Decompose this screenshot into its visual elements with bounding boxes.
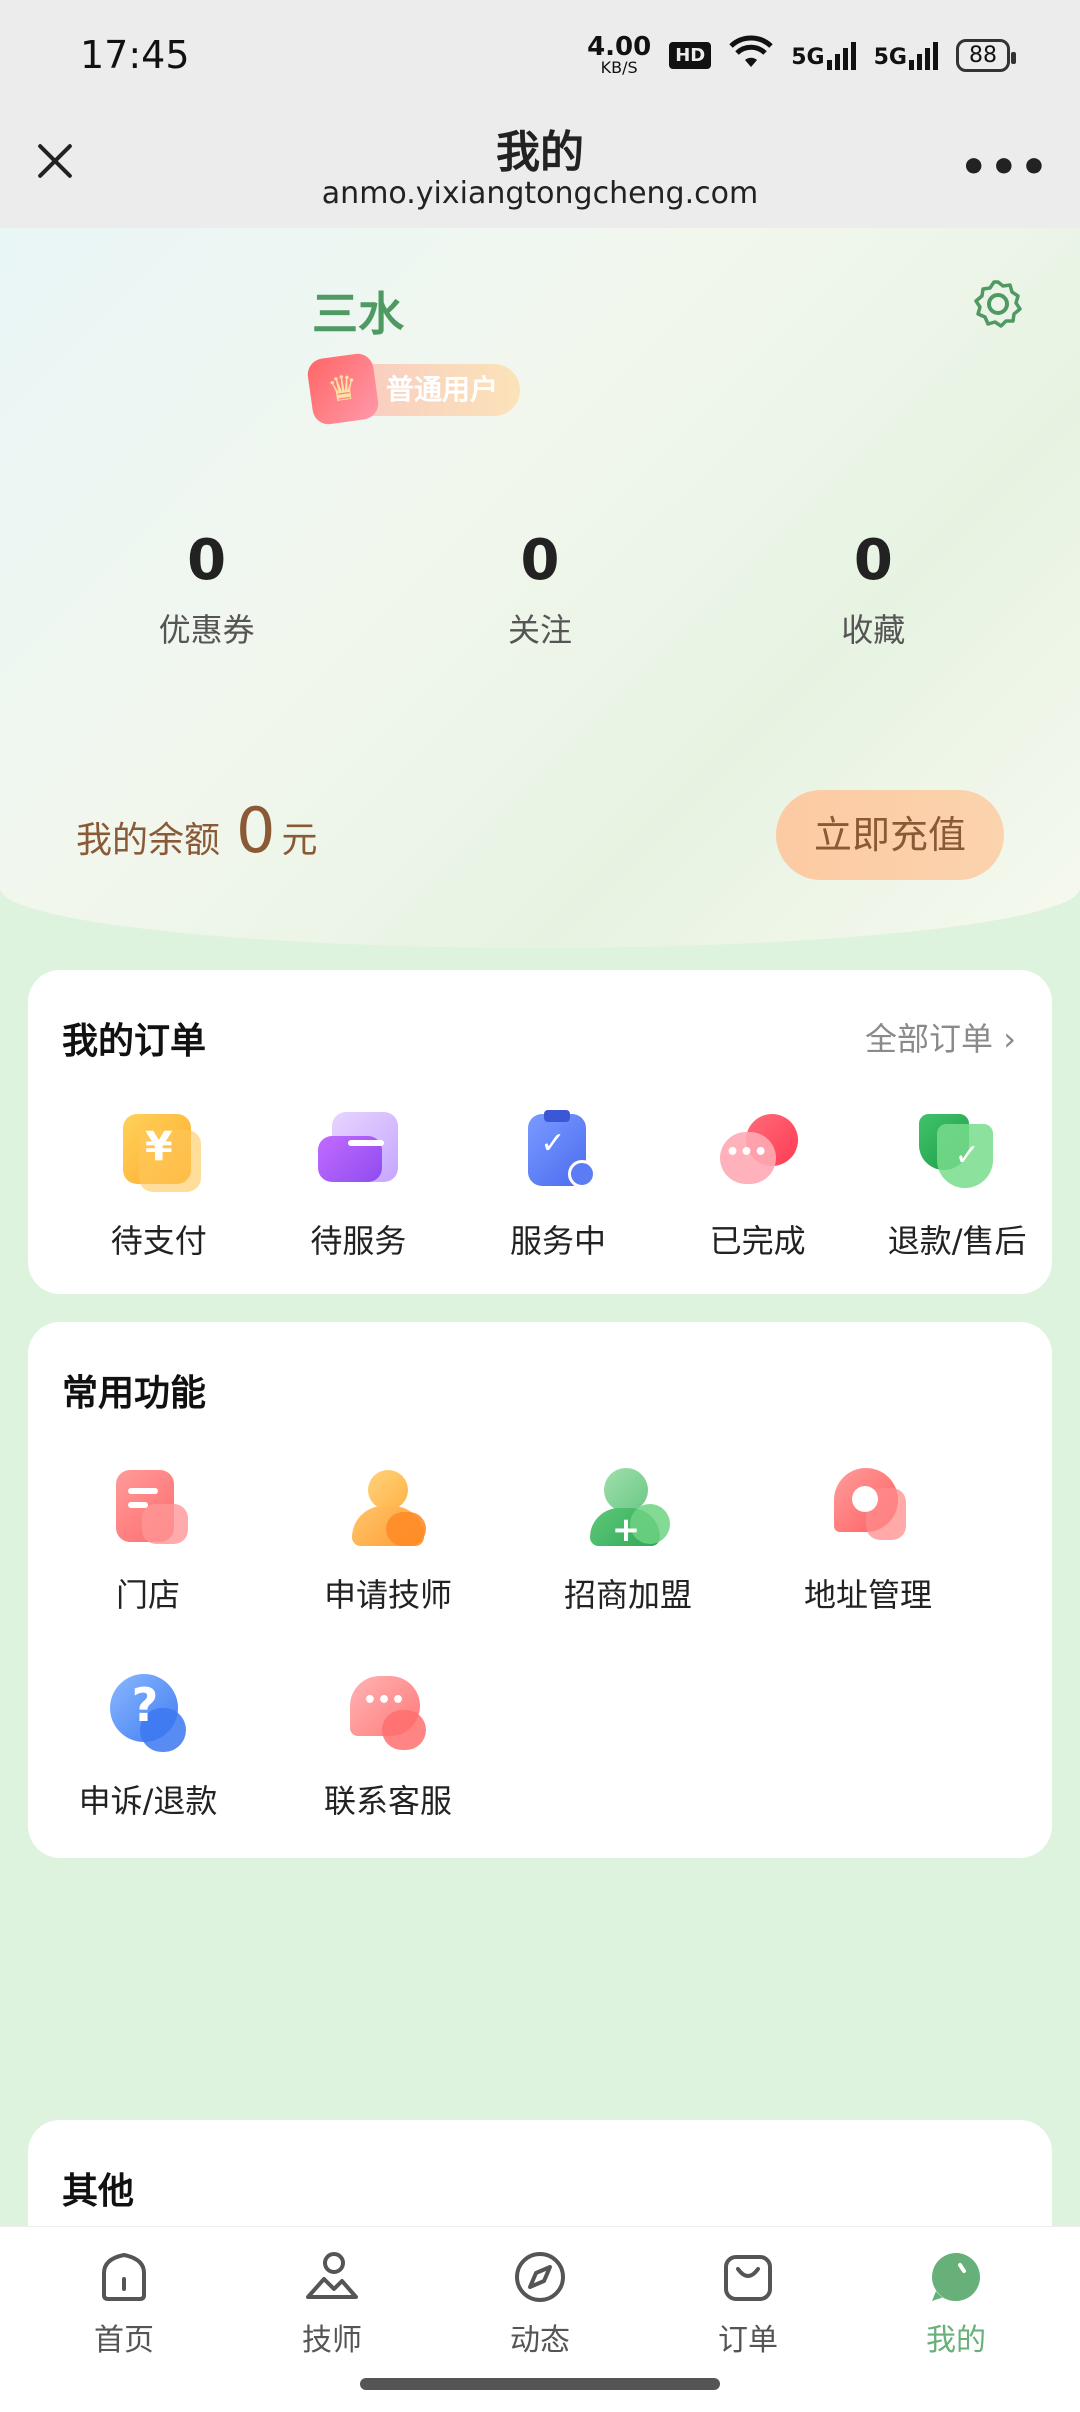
order-status-grid: ¥ 待支付 待服务 ✓ 服务中 ••• 已完成 ✓ 退款/售后: [28, 1110, 1052, 1262]
stat-following[interactable]: 0 关注: [410, 528, 670, 651]
card-icon: [316, 1110, 400, 1194]
function-label: 招商加盟: [563, 1576, 692, 1614]
page-title: 我的: [496, 127, 584, 178]
order-item-label: 已完成: [709, 1222, 806, 1260]
tab-label: 动态: [510, 2323, 570, 2358]
shield-check-icon: ✓: [915, 1110, 999, 1194]
status-icons: 4.00 KB/S HD 5G 5G 88: [587, 34, 1016, 76]
function-franchise[interactable]: + 招商加盟: [508, 1466, 748, 1616]
compass-icon: [512, 2249, 568, 2305]
settings-gear-icon[interactable]: [970, 276, 1026, 332]
my-orders-card: 我的订单 全部订单 › ¥ 待支付 待服务 ✓ 服务中 ••• 已完成 ✓ 退款…: [28, 970, 1052, 1294]
function-appeal-refund[interactable]: ? 申诉/退款: [28, 1672, 268, 1822]
card-title: 其他: [62, 2171, 135, 2212]
add-user-icon: +: [586, 1466, 670, 1550]
clipboard-check-icon: ✓: [516, 1110, 600, 1194]
user-level-badge: ♛ 普通用户: [305, 351, 521, 427]
function-address-management[interactable]: 地址管理: [748, 1466, 988, 1616]
tab-label: 订单: [718, 2323, 778, 2358]
user-level-label: 普通用户: [386, 373, 499, 406]
order-item-label: 待支付: [110, 1222, 207, 1260]
status-time: 17:45: [80, 33, 190, 77]
order-item-label: 服务中: [509, 1222, 606, 1260]
home-indicator[interactable]: [360, 2378, 720, 2390]
recharge-button[interactable]: 立即充值: [776, 790, 1004, 880]
sim2-label: 5G: [873, 45, 907, 70]
network-speed-unit: KB/S: [600, 58, 638, 77]
stat-label: 优惠券: [158, 611, 255, 649]
stat-value: 0: [853, 528, 893, 593]
store-document-icon: [106, 1466, 190, 1550]
balance-amount: 0: [236, 794, 276, 867]
network-speed: 4.00 KB/S: [587, 34, 651, 76]
order-pending-service[interactable]: 待服务: [264, 1110, 454, 1262]
location-icon: [826, 1466, 910, 1550]
signal-icon-sim1: 5G: [791, 40, 856, 70]
card-title: 我的订单: [62, 1021, 207, 1062]
functions-grid: 门店 申请技师 + 招商加盟 地址管理 ? 申诉/退款 ••• 联系客服: [28, 1466, 1052, 1878]
stat-label: 关注: [507, 611, 572, 649]
question-icon: ?: [106, 1672, 190, 1756]
order-pending-payment[interactable]: ¥ 待支付: [64, 1110, 254, 1262]
function-label: 申诉/退款: [78, 1782, 218, 1820]
profile-tab-icon: [928, 2249, 984, 2305]
customer-service-icon: •••: [346, 1672, 430, 1756]
technician-tab-icon: [304, 2249, 360, 2305]
home-icon: [96, 2249, 152, 2305]
chat-bubble-icon: •••: [716, 1110, 800, 1194]
hd-icon: HD: [669, 41, 712, 69]
username: 三水: [312, 287, 404, 341]
function-apply-technician[interactable]: 申请技师: [268, 1466, 508, 1616]
technician-icon: [346, 1466, 430, 1550]
balance-label: 我的余额: [76, 820, 221, 861]
all-orders-link[interactable]: 全部订单 ›: [865, 1014, 1016, 1060]
profile-stats: 0 优惠券 0 关注 0 收藏: [0, 528, 1080, 651]
more-options-icon[interactable]: •••: [960, 142, 1050, 193]
order-in-service[interactable]: ✓ 服务中: [463, 1110, 653, 1262]
profile-header: 三水 ♛ 普通用户 0 优惠券 0 关注 0 收藏 我的余额 0 元 立即充值: [0, 228, 1080, 948]
function-label: 联系客服: [323, 1782, 452, 1820]
common-functions-card: 常用功能 门店 申请技师 + 招商加盟 地址管理 ? 申诉/退款 ••• 联系客…: [28, 1322, 1052, 1858]
tab-label: 首页: [94, 2323, 154, 2358]
tab-profile[interactable]: 我的: [866, 2227, 1046, 2412]
function-store[interactable]: 门店: [28, 1466, 268, 1616]
order-refund-after-sale[interactable]: ✓ 退款/售后: [862, 1110, 1052, 1262]
page-url: anmo.yixiangtongcheng.com: [321, 176, 759, 211]
wifi-icon: [729, 35, 773, 75]
order-completed[interactable]: ••• 已完成: [663, 1110, 853, 1262]
tab-label: 技师: [302, 2323, 362, 2358]
browser-title-bar: 我的 anmo.yixiangtongcheng.com •••: [0, 110, 1080, 228]
function-contact-support[interactable]: ••• 联系客服: [268, 1672, 508, 1822]
status-bar: 17:45 4.00 KB/S HD 5G 5G 88: [0, 0, 1080, 110]
card-title: 常用功能: [62, 1373, 207, 1414]
function-label: 门店: [115, 1576, 180, 1614]
crown-icon: ♛: [305, 351, 381, 427]
stat-value: 0: [520, 528, 560, 593]
yen-wallet-icon: ¥: [117, 1110, 201, 1194]
stat-coupons[interactable]: 0 优惠券: [77, 528, 337, 651]
stat-value: 0: [187, 528, 227, 593]
tab-home[interactable]: 首页: [34, 2227, 214, 2412]
tab-label: 我的: [926, 2323, 986, 2358]
signal-icon-sim2: 5G: [874, 40, 938, 70]
network-speed-value: 4.00: [587, 32, 652, 62]
balance: 我的余额 0 元: [76, 794, 317, 867]
balance-unit: 元: [281, 820, 318, 861]
battery-icon: 88: [956, 38, 1016, 72]
stat-label: 收藏: [841, 611, 906, 649]
function-label: 申请技师: [323, 1576, 452, 1614]
sim1-label: 5G: [791, 45, 825, 70]
order-item-label: 待服务: [310, 1222, 407, 1260]
function-label: 地址管理: [803, 1576, 932, 1614]
stat-favorites[interactable]: 0 收藏: [743, 528, 1003, 651]
order-item-label: 退款/售后: [887, 1222, 1027, 1260]
bag-icon: [720, 2249, 776, 2305]
